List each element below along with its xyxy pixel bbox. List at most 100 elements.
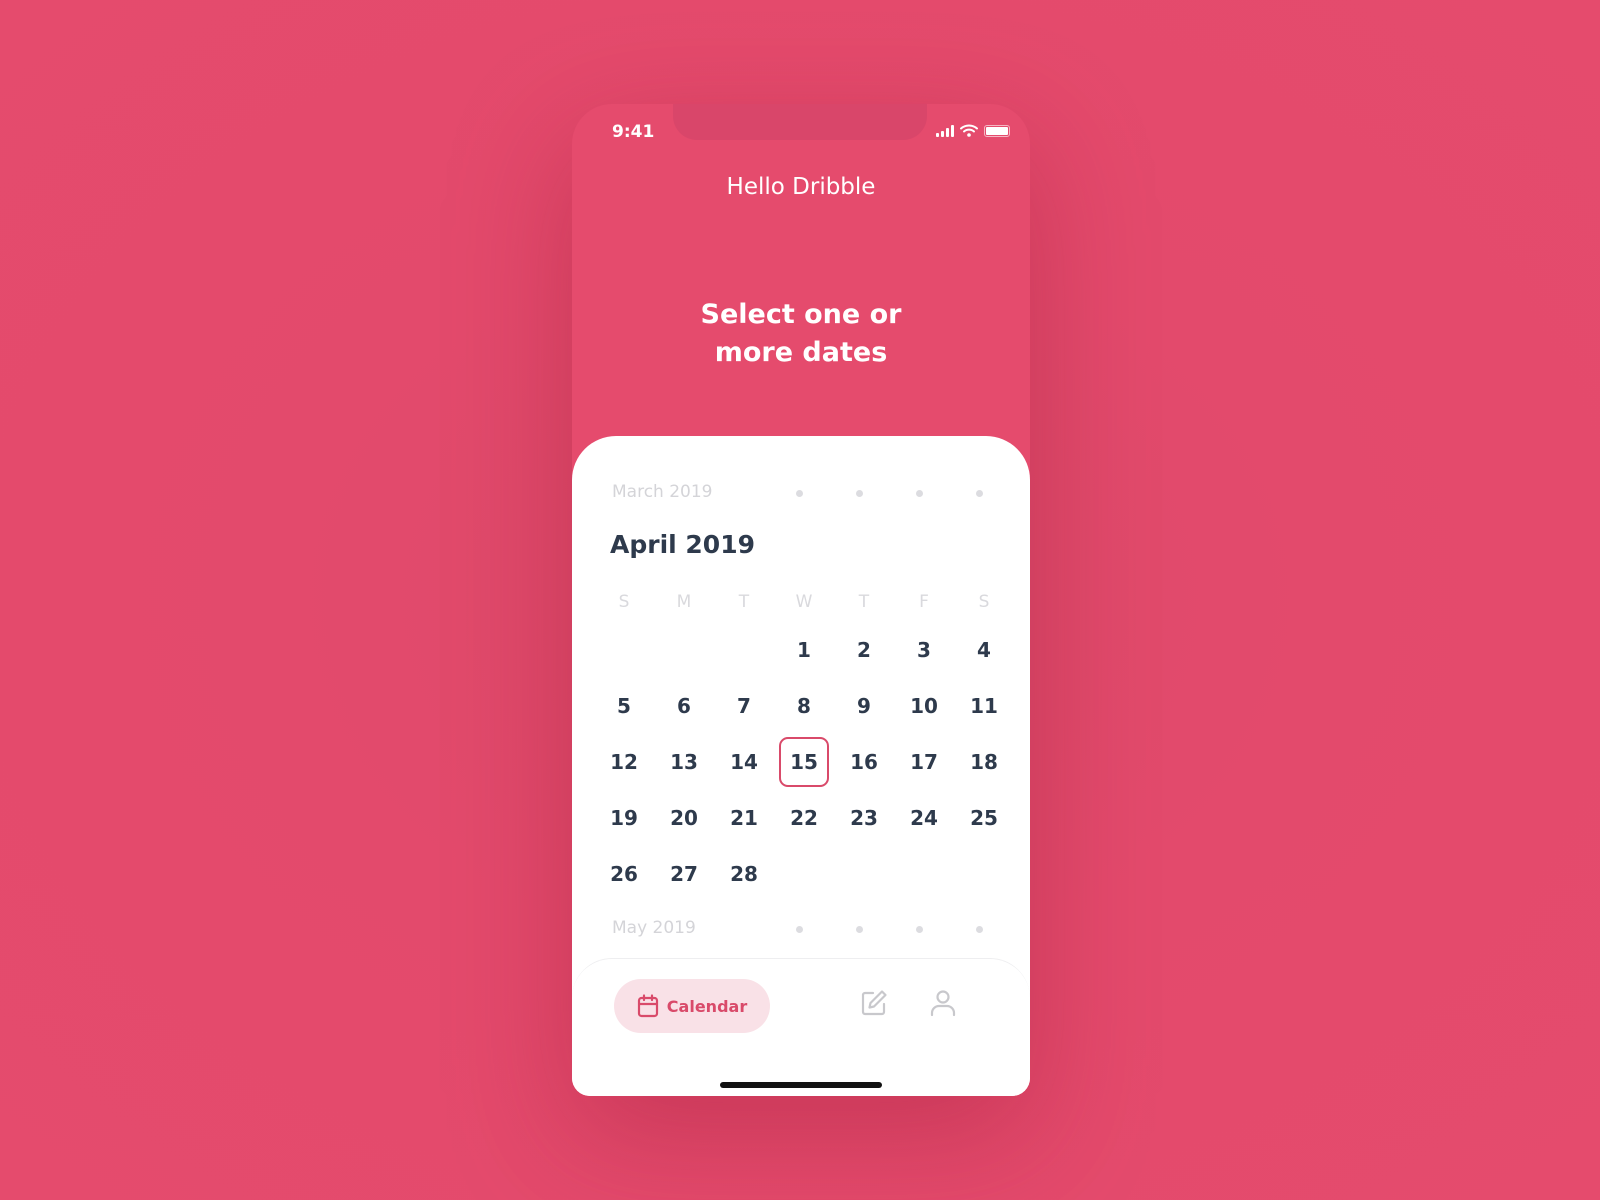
previous-month-dots [796,490,1030,497]
greeting: Hello Dribble [726,174,876,200]
user-icon [930,990,956,1017]
day-cell[interactable]: 27 [654,846,714,902]
day-cell[interactable]: 10 [894,678,954,734]
day-number: 6 [677,694,691,718]
day-cell[interactable]: 19 [594,790,654,846]
day-number: 2 [857,638,871,662]
day-cell[interactable]: 16 [834,734,894,790]
day-cell[interactable]: 28 [714,846,774,902]
day-number: 28 [730,862,758,886]
day-number: 5 [617,694,631,718]
day-number: 11 [970,694,998,718]
weekday-label: S [978,592,990,612]
edit-icon [861,990,887,1016]
wifi-icon [960,124,978,137]
day-cell[interactable]: 6 [654,678,714,734]
day-number: 1 [797,638,811,662]
weekday-label: W [795,592,813,612]
page-title: Select one or more dates [572,296,1030,372]
day-number: 10 [910,694,938,718]
day-number: 22 [790,806,818,830]
day-cell[interactable]: 23 [834,790,894,846]
dot [916,926,923,933]
dot [796,926,803,933]
day-blank [654,622,714,678]
day-number: 24 [910,806,938,830]
day-number: 8 [797,694,811,718]
day-cell[interactable]: 21 [714,790,774,846]
weekday-label: T [738,592,750,612]
day-number: 7 [737,694,751,718]
phone-frame: 9:41 Hello Dribble Select one or more da… [572,104,1030,1096]
day-cell[interactable]: 1 [774,622,834,678]
weekday-label: M [676,592,692,612]
day-number: 21 [730,806,758,830]
day-number: 19 [610,806,638,830]
day-cell[interactable]: 3 [894,622,954,678]
next-month-label[interactable]: May 2019 [612,918,696,938]
day-number: 20 [670,806,698,830]
day-number: 17 [910,750,938,774]
calendar-grid: S M T W T F S 1 2 3 4 5 6 7 8 9 10 11 12 13 14 15 16 17 18 19 20 21… [594,582,1014,902]
notch [673,104,927,140]
day-cell[interactable]: 26 [594,846,654,902]
weekday-label: S [618,592,630,612]
day-cell[interactable]: 8 [774,678,834,734]
headline-line-1: Select one or [700,299,902,330]
status-icons [936,124,1010,137]
headline-line-2: more dates [714,337,888,368]
dot [796,490,803,497]
day-number: 16 [850,750,878,774]
day-number: 27 [670,862,698,886]
day-blank [714,622,774,678]
day-cell[interactable]: 24 [894,790,954,846]
dot [856,926,863,933]
day-cell[interactable]: 22 [774,790,834,846]
dot [856,490,863,497]
day-number: 3 [917,638,931,662]
status-time: 9:41 [612,122,655,142]
weekday-label: T [858,592,870,612]
day-cell[interactable]: 17 [894,734,954,790]
day-cell-selected[interactable]: 15 [774,734,834,790]
dot [976,490,983,497]
day-number: 12 [610,750,638,774]
previous-month-label[interactable]: March 2019 [612,482,713,502]
weekday-label: F [919,592,929,612]
tab-edit[interactable] [860,989,888,1021]
day-cell[interactable]: 4 [954,622,1014,678]
day-cell[interactable]: 9 [834,678,894,734]
home-indicator[interactable] [720,1082,882,1088]
day-number: 23 [850,806,878,830]
day-number: 4 [977,638,991,662]
next-month-dots [796,926,1030,933]
tab-profile[interactable] [930,989,956,1021]
day-cell[interactable]: 18 [954,734,1014,790]
day-number: 26 [610,862,638,886]
day-number: 9 [857,694,871,718]
day-number: 14 [730,750,758,774]
tab-calendar-label: Calendar [666,996,748,1016]
day-number: 13 [670,750,698,774]
day-number: 25 [970,806,998,830]
dot [976,926,983,933]
day-number: 15 [790,750,818,774]
day-cell[interactable]: 7 [714,678,774,734]
dot [916,490,923,497]
day-cell[interactable]: 25 [954,790,1014,846]
day-cell[interactable]: 2 [834,622,894,678]
day-cell[interactable]: 5 [594,678,654,734]
tab-calendar[interactable]: Calendar [614,979,770,1033]
battery-icon [984,124,1010,137]
current-month-label: April 2019 [610,530,755,559]
day-cell[interactable]: 12 [594,734,654,790]
day-blank [594,622,654,678]
day-cell[interactable]: 13 [654,734,714,790]
signal-icon [936,124,954,137]
day-cell[interactable]: 20 [654,790,714,846]
day-cell[interactable]: 11 [954,678,1014,734]
day-cell[interactable]: 14 [714,734,774,790]
tab-bar: Calendar [572,958,1030,1096]
day-number: 18 [970,750,998,774]
calendar-icon [637,994,658,1018]
